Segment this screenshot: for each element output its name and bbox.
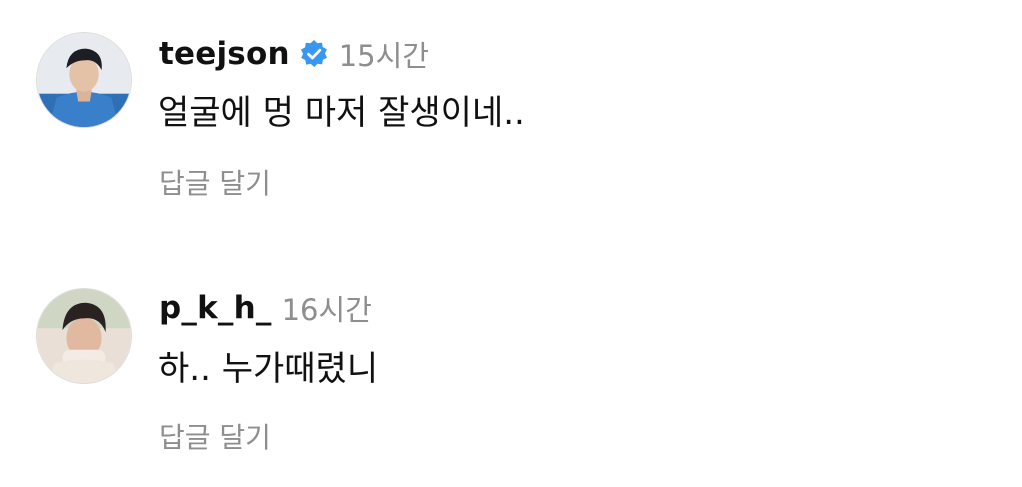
comment-timestamp: 15시간: [338, 39, 429, 73]
avatar-image: [37, 33, 131, 127]
comment-header: p_k_h_ 16시간: [159, 288, 372, 328]
reply-button[interactable]: 답글 달기: [159, 162, 271, 202]
avatar[interactable]: [36, 288, 132, 384]
comment-timestamp: 16시간: [281, 293, 372, 327]
comment-item: teejson 15시간 얼굴에 멍 마저 잘생이네.. 답글 달기: [0, 0, 1022, 230]
comment-text: 얼굴에 멍 마저 잘생이네..: [158, 93, 525, 133]
username[interactable]: teejson: [159, 36, 290, 72]
verified-badge-icon: [299, 39, 329, 69]
comment-header: teejson 15시간: [159, 34, 429, 74]
comment-item: p_k_h_ 16시간 하.. 누가때렸니 답글 달기: [0, 257, 1022, 487]
avatar-image: [37, 289, 131, 383]
reply-button[interactable]: 답글 달기: [159, 416, 271, 456]
avatar[interactable]: [36, 32, 132, 128]
username[interactable]: p_k_h_: [159, 290, 272, 326]
comment-text: 하.. 누가때렸니: [158, 349, 379, 389]
